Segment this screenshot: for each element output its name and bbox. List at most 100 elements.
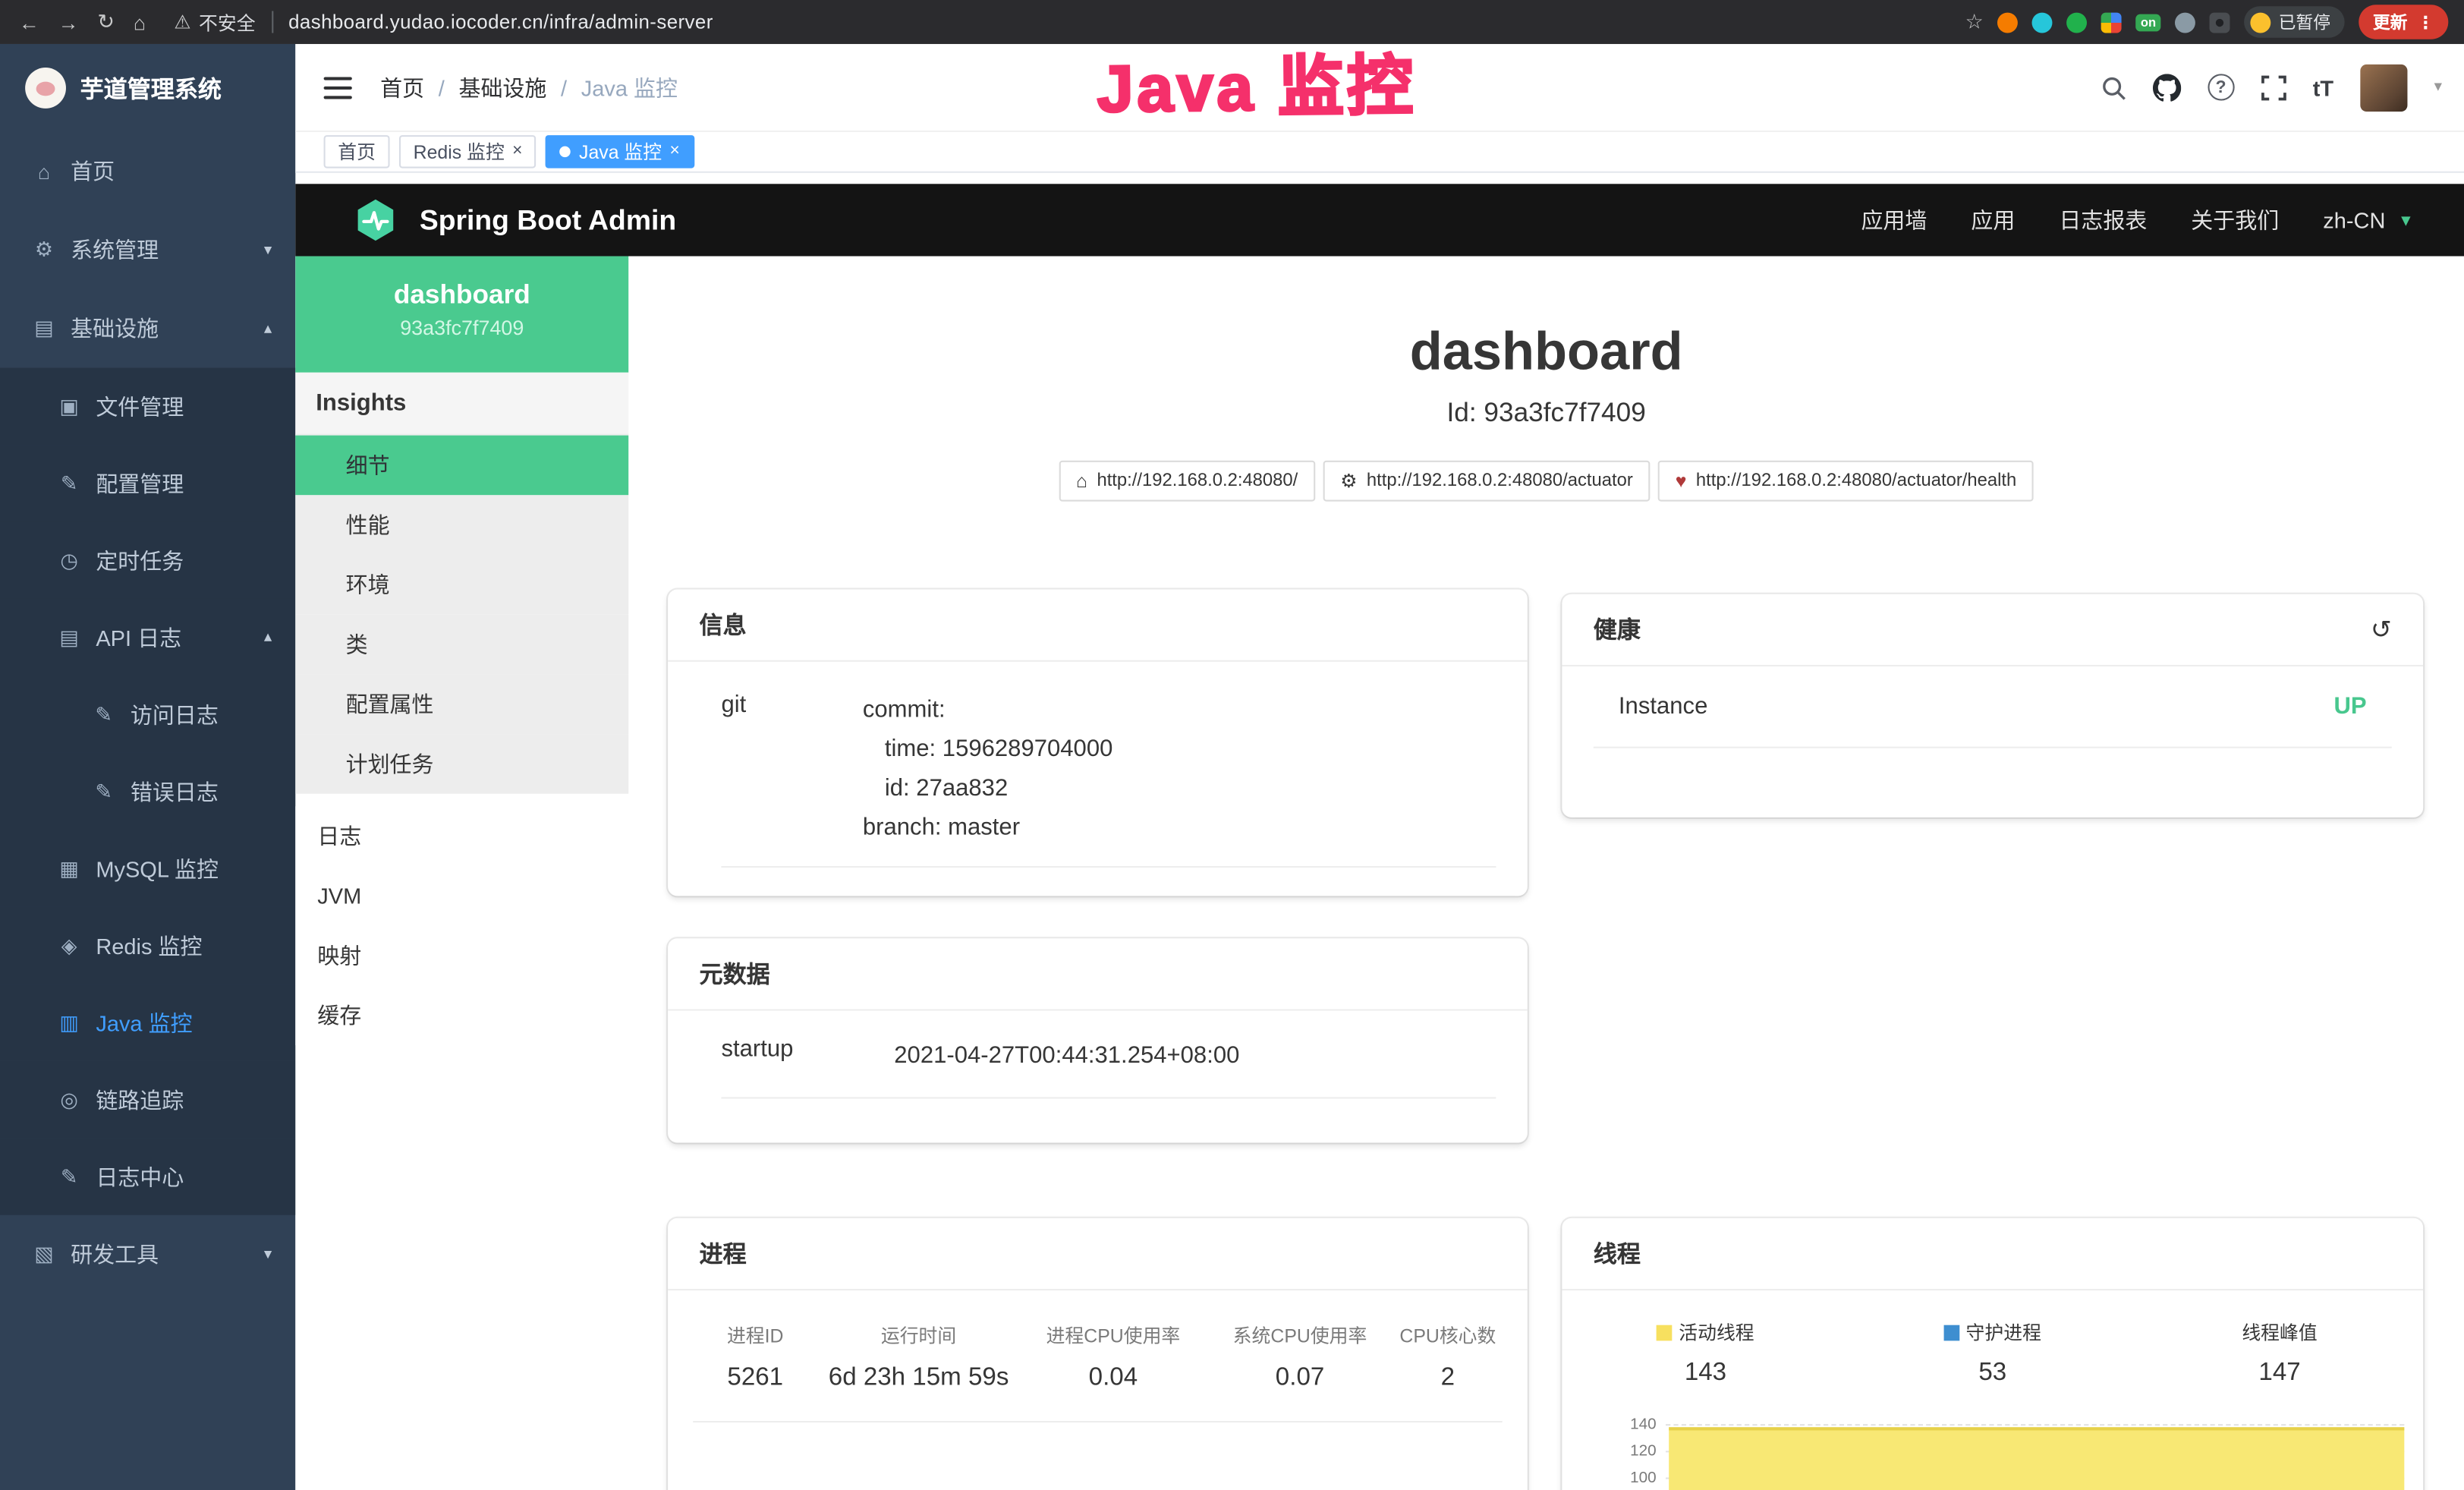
- github-icon[interactable]: [2152, 73, 2180, 101]
- app-logo: [25, 68, 66, 109]
- kebab-menu-icon[interactable]: ⋮: [2417, 12, 2434, 33]
- extension-icon-grid[interactable]: [2101, 12, 2122, 33]
- error-log-icon: ✎: [91, 779, 116, 804]
- page-subtitle: Id: 93a3fc7f7409: [628, 398, 2464, 429]
- extensions-puzzle-icon[interactable]: [2210, 12, 2230, 33]
- log-center-icon: ✎: [57, 1164, 82, 1189]
- menu-item-jvm[interactable]: JVM: [295, 866, 628, 926]
- search-icon[interactable]: [2101, 74, 2126, 99]
- service-url-link[interactable]: ⌂ http://192.168.0.2:48080/: [1059, 461, 1315, 502]
- hamburger-icon[interactable]: [324, 76, 352, 98]
- security-label[interactable]: 不安全: [199, 8, 256, 35]
- app-logo-row[interactable]: 芋道管理系统: [0, 44, 295, 132]
- menu-item-scheduled-tasks[interactable]: 计划任务: [295, 734, 628, 794]
- sidebar-item-mysql[interactable]: ▦ MySQL 监控: [0, 830, 295, 906]
- breadcrumb-home[interactable]: 首页: [380, 71, 424, 102]
- help-icon[interactable]: ?: [2208, 74, 2234, 100]
- info-card: 信息 git commit: time: 1596289704000 id: 2…: [668, 590, 1528, 896]
- health-url-link[interactable]: ♥ http://192.168.0.2:48080/actuator/heal…: [1658, 461, 2034, 502]
- sidebar-item-api-log[interactable]: ▤ API 日志 ▴: [0, 599, 295, 676]
- folder-icon: ▣: [57, 394, 82, 419]
- paused-badge[interactable]: 已暂停: [2244, 6, 2345, 37]
- fullscreen-icon[interactable]: [2261, 74, 2286, 99]
- actuator-url-link[interactable]: ⚙ http://192.168.0.2:48080/actuator: [1323, 461, 1650, 502]
- breadcrumb-infra[interactable]: 基础设施: [458, 71, 546, 102]
- sidebar-item-home[interactable]: ⌂ 首页: [0, 132, 295, 211]
- menu-item-classes[interactable]: 类: [295, 615, 628, 675]
- menu-item-environment[interactable]: 环境: [295, 555, 628, 615]
- instance-header[interactable]: dashboard 93a3fc7f7409: [295, 257, 628, 373]
- sba-nav-journal[interactable]: 日志报表: [2059, 204, 2147, 235]
- bookmark-star-icon[interactable]: ☆: [1965, 9, 1984, 34]
- chevron-down-icon: ▾: [264, 1246, 272, 1263]
- sba-sidebar: dashboard 93a3fc7f7409 Insights 细节 性能 环境…: [295, 257, 628, 1490]
- sidebar-item-config[interactable]: ✎ 配置管理: [0, 445, 295, 521]
- sba-nav-about[interactable]: 关于我们: [2191, 204, 2279, 235]
- trace-eye-icon: ◎: [57, 1087, 82, 1112]
- menu-item-metrics[interactable]: 性能: [295, 495, 628, 555]
- sba-nav-wallboard[interactable]: 应用墙: [1861, 204, 1927, 235]
- extension-icon-gray[interactable]: [2175, 12, 2195, 33]
- annotation-text: Java 监控: [1097, 33, 1417, 132]
- avatar-caret-icon[interactable]: ▾: [2434, 79, 2442, 96]
- address-bar[interactable]: dashboard.yudao.iocoder.cn/infra/admin-s…: [288, 11, 713, 33]
- menu-item-caches[interactable]: 缓存: [295, 985, 628, 1045]
- forward-icon[interactable]: →: [58, 10, 79, 33]
- threads-card-title: 线程: [1594, 1237, 1641, 1270]
- tab-close-icon[interactable]: ×: [669, 143, 679, 160]
- log-icon: ▤: [57, 625, 82, 650]
- chevron-down-icon: ▾: [264, 241, 272, 259]
- tab-redis[interactable]: Redis 监控 ×: [399, 135, 537, 168]
- tab-home[interactable]: 首页: [324, 135, 390, 168]
- font-size-icon[interactable]: tT: [2313, 74, 2333, 99]
- sidebar-item-error-log[interactable]: ✎ 错误日志: [0, 753, 295, 830]
- health-card: 健康 ↺ Instance UP: [1562, 594, 2423, 817]
- chevron-down-icon[interactable]: ▾: [2401, 209, 2410, 231]
- divider: [271, 11, 272, 33]
- instance-name: dashboard: [295, 280, 628, 311]
- sba-locale-select[interactable]: zh-CN: [2323, 207, 2385, 232]
- tab-java[interactable]: Java 监控 ×: [546, 135, 694, 168]
- sidebar-item-system[interactable]: ⚙ 系统管理 ▾: [0, 210, 295, 289]
- health-row-instance[interactable]: Instance UP: [1594, 666, 2392, 748]
- sidebar-item-infra[interactable]: ▤ 基础设施 ▴: [0, 289, 295, 368]
- page-title: dashboard: [628, 323, 2464, 384]
- extension-icon-teal[interactable]: [2032, 12, 2053, 33]
- sidebar-item-jobs[interactable]: ◷ 定时任务: [0, 522, 295, 599]
- menu-item-details[interactable]: 细节: [295, 436, 628, 496]
- avatar[interactable]: [2360, 64, 2407, 111]
- sba-nav-applications[interactable]: 应用: [1971, 204, 2015, 235]
- menu-item-config-props[interactable]: 配置属性: [295, 674, 628, 734]
- sidebar-item-java[interactable]: ▥ Java 监控: [0, 984, 295, 1060]
- gear-icon: ⚙: [31, 238, 56, 263]
- sidebar-item-files[interactable]: ▣ 文件管理: [0, 368, 295, 445]
- metadata-card-title: 元数据: [700, 957, 770, 990]
- update-button[interactable]: 更新 ⋮: [2359, 5, 2448, 39]
- extension-icon-orange[interactable]: [1997, 12, 2018, 33]
- status-badge: UP: [2333, 693, 2366, 720]
- process-table: 进程ID 运行时间 进程CPU使用率 系统CPU使用率 CPU核心数 5261 …: [668, 1290, 1528, 1421]
- sba-brand[interactable]: Spring Boot Admin: [352, 197, 676, 244]
- heart-icon: ♥: [1676, 470, 1687, 492]
- sidebar-item-devtools[interactable]: ▧ 研发工具 ▾: [0, 1215, 295, 1294]
- timer-icon: ◷: [57, 548, 82, 573]
- history-icon[interactable]: ↺: [2371, 614, 2392, 645]
- instance-id: 93a3fc7f7409: [295, 316, 628, 339]
- extension-on-badge[interactable]: on: [2136, 14, 2161, 31]
- sidebar-item-log-center[interactable]: ✎ 日志中心: [0, 1138, 295, 1214]
- instance-links: ⌂ http://192.168.0.2:48080/ ⚙ http://192…: [628, 461, 2464, 502]
- breadcrumb-current: Java 监控: [581, 71, 678, 102]
- sidebar-item-redis[interactable]: ◈ Redis 监控: [0, 907, 295, 984]
- sidebar-item-trace[interactable]: ◎ 链路追踪: [0, 1061, 295, 1138]
- home-icon[interactable]: ⌂: [134, 10, 146, 33]
- metadata-row-startup: startup 2021-04-27T00:44:31.254+08:00: [721, 1036, 1496, 1099]
- extension-icon-green[interactable]: [2067, 12, 2088, 33]
- health-card-title: 健康: [1594, 613, 1641, 646]
- tab-close-icon[interactable]: ×: [512, 143, 522, 160]
- menu-item-logs[interactable]: 日志: [295, 806, 628, 866]
- reload-icon[interactable]: ↻: [97, 9, 115, 34]
- menu-item-mappings[interactable]: 映射: [295, 926, 628, 986]
- sidebar-item-access-log[interactable]: ✎ 访问日志: [0, 676, 295, 752]
- sba-navbar: Spring Boot Admin 应用墙 应用 日志报表 关于我们 zh-CN…: [295, 184, 2464, 256]
- back-icon[interactable]: ←: [19, 10, 39, 33]
